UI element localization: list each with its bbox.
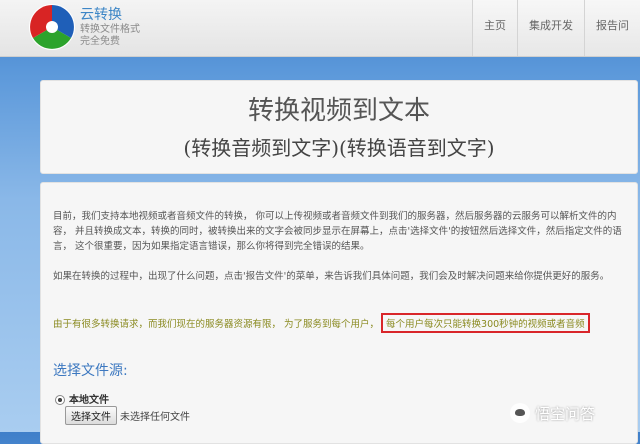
- file-picker: 选择文件 未选择任何文件: [65, 406, 190, 425]
- nav-item-integration[interactable]: 集成开发: [517, 0, 584, 56]
- logo-icon[interactable]: [28, 3, 76, 51]
- watermark-text: 悟空问答: [535, 404, 596, 423]
- top-bar: 云转换 转换文件格式 完全免费 主页 集成开发 报告问: [0, 0, 640, 57]
- nav-item-report[interactable]: 报告问: [584, 0, 640, 56]
- report-paragraph: 如果在转换的过程中，出现了什么问题，点击'报告文件'的菜单，来告诉我们具体问题，…: [53, 271, 610, 282]
- main-nav: 主页 集成开发 报告问: [472, 0, 640, 56]
- radio-button[interactable]: [55, 395, 65, 405]
- file-source-heading: 选择文件源:: [53, 363, 128, 379]
- file-status: 未选择任何文件: [120, 412, 190, 423]
- watermark: 悟空问答: [510, 400, 636, 426]
- local-file-option[interactable]: 本地文件: [55, 391, 109, 406]
- brand-tagline: 完全免费: [80, 36, 120, 47]
- nav-item-home[interactable]: 主页: [472, 0, 517, 56]
- choose-file-button[interactable]: 选择文件: [65, 406, 117, 425]
- page-subtitle: (转换音频到文字)(转换语音到文字): [183, 136, 495, 160]
- header-card: 转换视频到文本 (转换音频到文字)(转换语音到文字): [40, 80, 638, 174]
- watermark-logo-icon: [510, 403, 530, 423]
- local-file-label: 本地文件: [69, 395, 109, 406]
- notice-text: 由于有很多转换请求，而我们现在的服务器资源有限， 为了服务到每个用户，: [53, 319, 380, 330]
- intro-paragraph: 目前，我们支持本地视频或者音频文件的转换， 你可以上传视频或者音频文件到我们的服…: [53, 211, 622, 252]
- page-title: 转换视频到文本: [247, 96, 430, 126]
- notice-highlight: 每个用户每次只能转换300秒钟的视频或者音频: [381, 313, 590, 333]
- limit-notice: 由于有很多转换请求，而我们现在的服务器资源有限， 为了服务到每个用户， 每个用户每…: [53, 313, 628, 333]
